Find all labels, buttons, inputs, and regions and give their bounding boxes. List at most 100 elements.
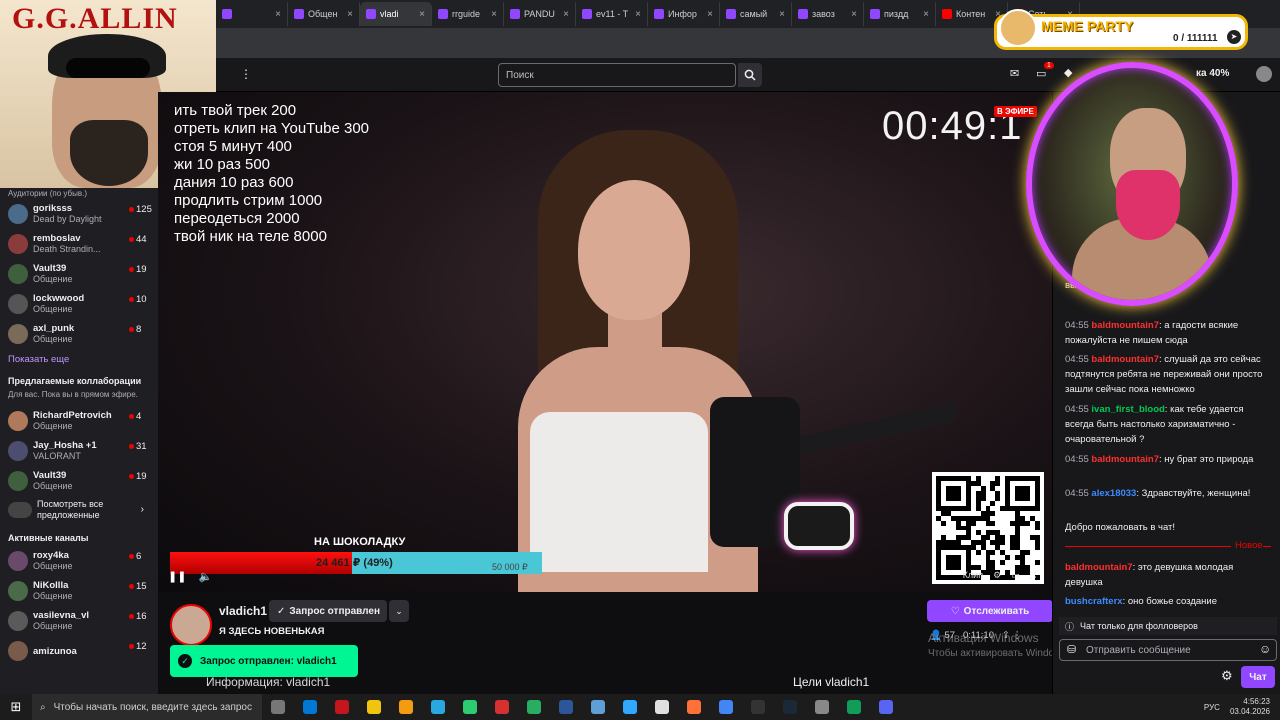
taskbar-app-icon[interactable] xyxy=(422,694,454,720)
channel-name[interactable]: vladich1 xyxy=(219,604,267,618)
taskbar-app-icon[interactable] xyxy=(582,694,614,720)
taskbar-app-icon[interactable] xyxy=(614,694,646,720)
browser-tab[interactable]: PANDU × xyxy=(504,2,576,26)
close-tab-icon[interactable]: × xyxy=(707,9,713,20)
close-tab-icon[interactable]: × xyxy=(851,9,857,20)
taskbar-app-icon[interactable] xyxy=(742,694,774,720)
taskbar-app-icon[interactable] xyxy=(294,694,326,720)
windows-start-icon[interactable]: ⊞ xyxy=(0,694,32,720)
browser-tab[interactable]: ev11 - T × xyxy=(576,2,648,26)
sidebar-channel[interactable]: RichardPetrovich Общение 4 xyxy=(0,406,158,436)
language-indicator[interactable]: РУС xyxy=(1204,703,1220,712)
taskbar-app-icon[interactable] xyxy=(710,694,742,720)
request-sent-button[interactable]: ✓ Запрос отправлен xyxy=(269,600,387,622)
close-tab-icon[interactable]: × xyxy=(491,9,497,20)
clip-button[interactable]: Клип xyxy=(963,570,983,581)
qr-module xyxy=(975,550,981,556)
view-all-collabs[interactable]: Посмотреть все предложенные › xyxy=(0,496,158,524)
chat-send-button[interactable]: Чат xyxy=(1241,666,1275,688)
show-more-link[interactable]: Показать еще xyxy=(0,349,158,375)
live-dot xyxy=(129,444,134,449)
taskbar-app-icon[interactable] xyxy=(870,694,902,720)
close-tab-icon[interactable]: × xyxy=(347,9,353,20)
browser-tab[interactable]: самый × xyxy=(720,2,792,26)
chat-username[interactable]: baldmountain7 xyxy=(1065,562,1133,573)
taskbar-app-icon[interactable] xyxy=(390,694,422,720)
tab-favicon-icon xyxy=(654,9,664,19)
close-tab-icon[interactable]: × xyxy=(563,9,569,20)
app-glyph xyxy=(527,700,541,714)
channel-avatar[interactable] xyxy=(170,604,212,646)
taskbar-app-icon[interactable] xyxy=(262,694,294,720)
live-dot xyxy=(129,474,134,479)
chat-input[interactable] xyxy=(1059,639,1277,661)
fullscreen-icon[interactable]: ⛶ xyxy=(1030,570,1036,581)
browser-tab[interactable]: завоз × xyxy=(792,2,864,26)
close-tab-icon[interactable]: × xyxy=(419,9,425,20)
settings-icon[interactable]: ⚙ xyxy=(993,570,1001,581)
taskbar-search-placeholder: Чтобы начать поиск, введите здесь запрос xyxy=(53,701,252,713)
taskbar-app-icon[interactable] xyxy=(454,694,486,720)
chat-username[interactable]: ivan_first_blood xyxy=(1091,404,1164,415)
sidebar-channel[interactable]: vasilevna_vl Общение 16 xyxy=(0,606,158,636)
inbox-icon[interactable]: ✉ xyxy=(1010,67,1019,80)
drops-icon[interactable]: ◆ xyxy=(1064,66,1072,79)
taskbar-app-icon[interactable] xyxy=(806,694,838,720)
chat-username[interactable]: alex18033 xyxy=(1091,488,1136,499)
taskbar-app-icon[interactable] xyxy=(486,694,518,720)
close-tab-icon[interactable]: × xyxy=(923,9,929,20)
chat-username[interactable]: bushcrafterx xyxy=(1065,596,1123,607)
pause-icon[interactable]: ❚❚ xyxy=(168,570,186,583)
sidebar-channel[interactable]: goriksss Dead by Daylight 125 xyxy=(0,199,158,229)
close-tab-icon[interactable]: × xyxy=(779,9,785,20)
theatre-icon[interactable]: ▭ xyxy=(1011,570,1020,581)
channel-category: Общение xyxy=(33,481,73,491)
sidebar-channel[interactable]: Vault39 Общение 19 xyxy=(0,259,158,289)
sidebar-channel[interactable]: lockwwood Общение 10 xyxy=(0,289,158,319)
sidebar-channel[interactable]: remboslav Death Strandin... 44 xyxy=(0,229,158,259)
taskbar-app-icon[interactable] xyxy=(646,694,678,720)
browser-tab[interactable]: Инфор × xyxy=(648,2,720,26)
chat-username[interactable]: baldmountain7 xyxy=(1091,454,1159,465)
more-menu-icon[interactable]: ⋮ xyxy=(240,67,252,81)
taskbar-app-icon[interactable] xyxy=(326,694,358,720)
clock[interactable]: 4:56:23 03.04.2026 xyxy=(1230,697,1270,717)
qr-module xyxy=(1025,520,1031,526)
chat-settings-icon[interactable]: ⚙ xyxy=(1221,668,1233,684)
taskbar-search[interactable]: ⌕ Чтобы начать поиск, введите здесь запр… xyxy=(32,694,262,720)
browser-tab[interactable]: пиздд × xyxy=(864,2,936,26)
channel-name: remboslav xyxy=(33,233,81,244)
taskbar-app-icon[interactable] xyxy=(518,694,550,720)
qr-module xyxy=(990,500,996,506)
chevron-down-icon[interactable]: ⌄ xyxy=(389,600,409,622)
browser-tab[interactable]: Общен × xyxy=(288,2,360,26)
browser-tab[interactable]: vladi × xyxy=(360,2,432,26)
taskbar-app-icon[interactable] xyxy=(774,694,806,720)
sidebar-channel[interactable]: Jay_Hosha +1 VALORANT 31 xyxy=(0,436,158,466)
chat-username[interactable]: baldmountain7 xyxy=(1091,354,1159,365)
sidebar-channel[interactable]: NiKollla Общение 15 xyxy=(0,576,158,606)
taskbar-app-icon[interactable] xyxy=(358,694,390,720)
browser-tab[interactable]: rrguide × xyxy=(432,2,504,26)
search-input[interactable] xyxy=(498,63,736,87)
browser-tab[interactable]: × xyxy=(216,2,288,26)
rewards-icon[interactable]: ⛁ xyxy=(1067,643,1076,656)
search-button[interactable] xyxy=(738,63,762,87)
volume-icon[interactable]: 🔈 xyxy=(198,570,212,583)
close-tab-icon[interactable]: × xyxy=(635,9,641,20)
user-avatar[interactable] xyxy=(1256,66,1272,82)
taskbar-app-icon[interactable] xyxy=(838,694,870,720)
video-player[interactable]: ить твой трек 200 отреть клип на YouTube … xyxy=(158,92,1052,592)
close-tab-icon[interactable]: × xyxy=(275,9,281,20)
notifications-icon[interactable]: ▭ xyxy=(1036,67,1046,80)
taskbar-app-icon[interactable] xyxy=(550,694,582,720)
chat-username[interactable]: baldmountain7 xyxy=(1091,320,1159,331)
emote-icon[interactable]: ☺ xyxy=(1259,642,1271,656)
sidebar-channel[interactable]: amizunoa 12 xyxy=(0,636,158,666)
sidebar-channel[interactable]: Vault39 Общение 19 xyxy=(0,466,158,496)
app-glyph xyxy=(815,700,829,714)
follow-button[interactable]: ♡ Отслеживать xyxy=(927,600,1053,622)
sidebar-channel[interactable]: roxy4ka Общение 6 xyxy=(0,546,158,576)
sidebar-channel[interactable]: axl_punk Общение 8 xyxy=(0,319,158,349)
taskbar-app-icon[interactable] xyxy=(678,694,710,720)
